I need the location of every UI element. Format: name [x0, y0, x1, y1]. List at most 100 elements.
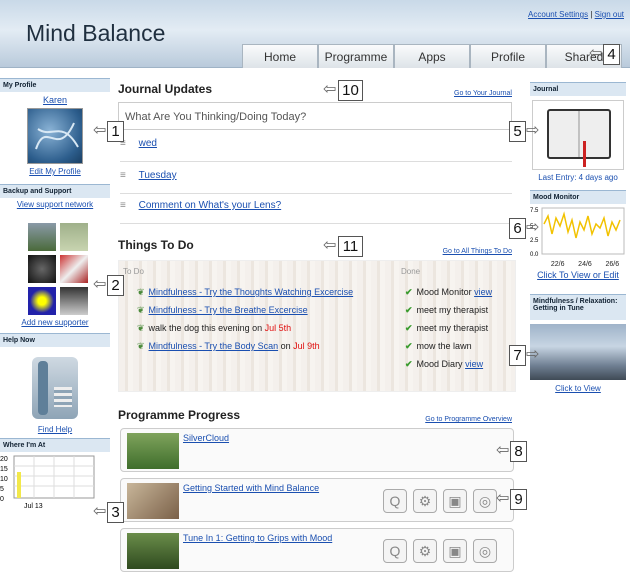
mood-x-tick: 26/6: [605, 261, 620, 268]
todo-item: ❦ Mindfulness - Try the Body Scan on Jul …: [137, 341, 320, 352]
find-help-link[interactable]: Find Help: [38, 425, 72, 434]
supporter-avatar[interactable]: [60, 255, 88, 283]
go-to-programme-link[interactable]: Go to Programme Overview: [425, 416, 512, 423]
done-item-text: meet my therapist: [416, 305, 489, 315]
help-section-title: Help Now: [0, 333, 110, 347]
done-item: ✔ Mood Monitor view: [405, 287, 492, 298]
card-title-link[interactable]: Getting Started with Mind Balance: [183, 483, 319, 493]
callout-8: 8: [510, 441, 527, 462]
programme-card[interactable]: Tune In 1: Getting to Grips with Mood Q …: [120, 528, 514, 572]
account-links: Account Settings | Sign out: [528, 10, 624, 19]
journal-entry-link[interactable]: Tuesday: [139, 170, 177, 181]
phone-icon[interactable]: [32, 357, 78, 419]
tab-profile[interactable]: Profile: [470, 44, 546, 68]
progress-title: Programme Progress: [118, 408, 241, 422]
supporter-avatar[interactable]: [28, 223, 56, 251]
tab-apps[interactable]: Apps: [394, 44, 470, 68]
callout-3: 3: [107, 502, 124, 523]
where-y-tick: 5: [0, 486, 4, 493]
mindfulness-view-link[interactable]: Click to View: [555, 384, 601, 393]
bag-icon[interactable]: ▣: [443, 489, 467, 513]
done-item-text: Mood Monitor: [416, 287, 472, 297]
journal-title: Journal Updates: [118, 82, 213, 96]
supporter-avatar[interactable]: [28, 287, 56, 315]
callout-1: 1: [107, 121, 124, 142]
done-item-text: Mood Diary: [416, 359, 463, 369]
sign-out-link[interactable]: Sign out: [595, 10, 624, 19]
supporter-avatar[interactable]: [60, 223, 88, 251]
done-item: ✔ Mood Diary view: [405, 359, 483, 370]
where-x-tick: Jul 13: [24, 503, 43, 510]
todo-date: Jul 9th: [293, 341, 320, 351]
add-supporter-link[interactable]: Add new supporter: [21, 318, 88, 327]
check-icon: ✔: [405, 323, 413, 333]
left-sidebar: My Profile Karen Edit My Profile Backup …: [0, 78, 110, 521]
journal-entry-icon: ≡: [120, 170, 126, 181]
last-entry-text: Last Entry: 4 days ago: [538, 173, 618, 182]
where-y-tick: 15: [0, 466, 8, 473]
supporter-avatar[interactable]: [28, 255, 56, 283]
go-to-journal-link[interactable]: Go to Your Journal: [454, 90, 512, 97]
done-view-link[interactable]: view: [465, 359, 483, 369]
journal-entry-icon: ≡: [120, 200, 126, 211]
mood-y-tick: 2.5: [530, 238, 539, 244]
callout-arrow-icon: ⇦: [496, 490, 510, 507]
tab-home[interactable]: Home: [242, 44, 318, 68]
todo-item-link[interactable]: Mindfulness - Try the Breathe Excercise: [149, 305, 308, 315]
tab-programme[interactable]: Programme: [318, 44, 394, 68]
callout-arrow-icon: ⇨: [526, 346, 540, 363]
journal-input[interactable]: What Are You Thinking/Doing Today?: [118, 102, 512, 130]
journal-entry-link[interactable]: Comment on What's your Lens?: [139, 200, 282, 211]
right-sidebar: Journal Last Entry: 4 days ago Mood Moni…: [530, 82, 626, 393]
life-ring-icon[interactable]: ◎: [473, 489, 497, 513]
life-ring-icon[interactable]: ◎: [473, 539, 497, 563]
check-icon: ✔: [405, 359, 413, 369]
where-section-title: Where I'm At: [0, 438, 110, 452]
mood-x-tick: 22/6: [550, 261, 565, 268]
profile-avatar[interactable]: [27, 108, 83, 164]
quiz-icon[interactable]: Q: [383, 539, 407, 563]
callout-2: 2: [107, 275, 124, 296]
mood-chart[interactable]: 7.5 5 2.5 0.0: [530, 204, 626, 264]
todo-item-link[interactable]: Mindfulness - Try the Thoughts Watching …: [149, 287, 354, 297]
journal-widget-title: Journal: [530, 82, 626, 96]
programme-card[interactable]: SilverCloud: [120, 428, 514, 472]
todo-title: Things To Do: [118, 238, 194, 252]
profile-name-link[interactable]: Karen: [43, 95, 67, 105]
header: Mind Balance Account Settings | Sign out…: [0, 0, 630, 68]
go-to-todo-link[interactable]: Go to All Things To Do: [443, 248, 512, 255]
where-y-tick: 0: [0, 496, 4, 503]
card-thumbnail: [127, 433, 179, 469]
mood-y-tick: 7.5: [530, 208, 539, 214]
main-nav: Home Programme Apps Profile Shared: [242, 44, 622, 68]
mood-view-link[interactable]: Click To View or Edit: [537, 270, 619, 280]
callout-arrow-icon: ⇦: [323, 81, 337, 98]
card-title-link[interactable]: Tune In 1: Getting to Grips with Mood: [183, 533, 332, 543]
programme-card[interactable]: Getting Started with Mind Balance Q ⚙ ▣ …: [120, 478, 514, 522]
supporter-avatar[interactable]: [60, 287, 88, 315]
view-support-link[interactable]: View support network: [17, 200, 93, 209]
card-title-link[interactable]: SilverCloud: [183, 433, 229, 443]
callout-arrow-icon: ⇦: [323, 237, 337, 254]
bag-icon[interactable]: ▣: [443, 539, 467, 563]
where-y-tick: 20: [0, 456, 8, 463]
callout-4: 4: [603, 44, 620, 65]
callout-6: 6: [509, 218, 526, 239]
journal-entry-link[interactable]: wed: [139, 138, 157, 149]
done-item: ✔ meet my therapist: [405, 323, 488, 334]
todo-item-link[interactable]: Mindfulness - Try the Body Scan: [149, 341, 279, 351]
gears-icon[interactable]: ⚙: [413, 539, 437, 563]
done-view-link[interactable]: view: [474, 287, 492, 297]
profile-section-title: My Profile: [0, 78, 110, 92]
supporter-grid: [28, 223, 110, 315]
quiz-icon[interactable]: Q: [383, 489, 407, 513]
edit-profile-link[interactable]: Edit My Profile: [29, 167, 81, 176]
todo-date: Jul 5th: [264, 323, 292, 333]
journal-book-icon[interactable]: [532, 100, 624, 170]
card-thumbnail: [127, 483, 179, 519]
callout-arrow-icon: ⇦: [496, 442, 510, 459]
todo-item-text: walk the dog this evening: [148, 323, 250, 333]
account-settings-link[interactable]: Account Settings: [528, 10, 588, 19]
gears-icon[interactable]: ⚙: [413, 489, 437, 513]
mindfulness-image[interactable]: [530, 324, 626, 380]
